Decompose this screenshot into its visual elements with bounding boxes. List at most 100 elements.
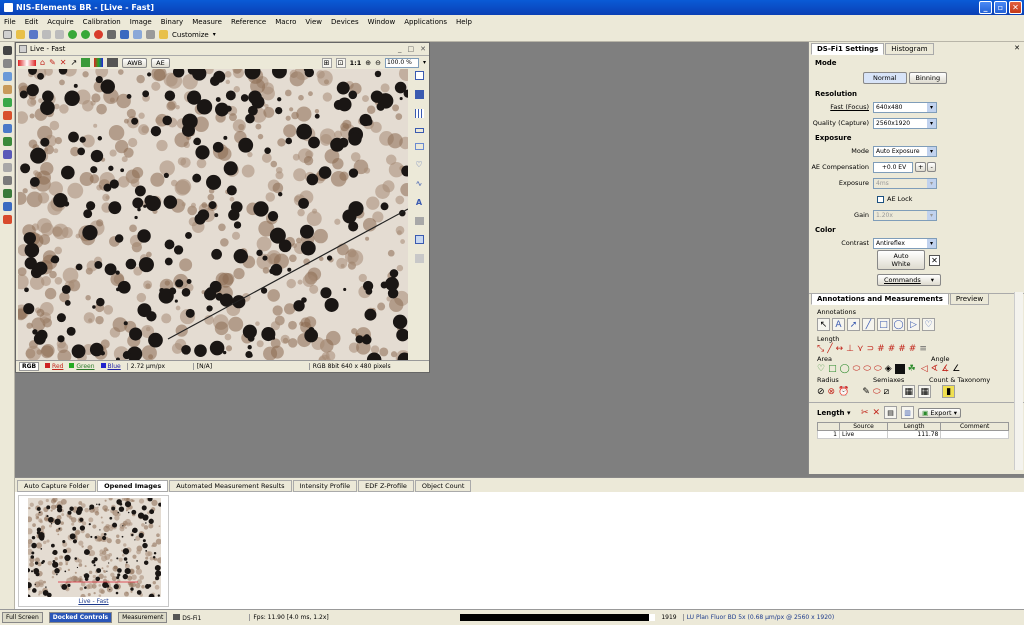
green-channel[interactable]: Green: [69, 363, 95, 370]
mode-normal-button[interactable]: Normal: [863, 72, 907, 84]
auto-white-button[interactable]: Auto White: [877, 250, 925, 270]
length-tool-6-icon[interactable]: ⊃: [867, 344, 875, 354]
delete-all-icon[interactable]: ✕: [873, 408, 881, 418]
length-tool-9-icon[interactable]: #: [898, 344, 906, 354]
channels-icon[interactable]: [94, 58, 104, 67]
tab-preview[interactable]: Preview: [949, 293, 990, 305]
menu-macro[interactable]: Macro: [275, 18, 296, 26]
menu-applications[interactable]: Applications: [404, 18, 447, 26]
text-annotation-icon[interactable]: A: [832, 318, 845, 331]
area-tool-5-icon[interactable]: ⬭: [863, 364, 871, 374]
thumbnail-card[interactable]: Live - Fast: [18, 495, 169, 607]
angle-tool-4-icon[interactable]: ∠: [952, 364, 960, 374]
ae-lock-checkbox[interactable]: [877, 195, 884, 203]
length-tool-7-icon[interactable]: #: [877, 344, 885, 354]
fill-view-icon[interactable]: [414, 90, 424, 99]
window-minimize-icon[interactable]: _: [398, 45, 402, 53]
ae-button[interactable]: AE: [151, 57, 170, 68]
radius-tool-3-icon[interactable]: ⏰: [838, 387, 849, 397]
color-bar-icon[interactable]: [18, 59, 36, 66]
heart-icon[interactable]: ♡: [415, 160, 422, 169]
grid-icon[interactable]: [2, 124, 12, 133]
red-channel[interactable]: Red: [45, 363, 63, 370]
vertical-scrollbar[interactable]: [1014, 292, 1023, 470]
tab-intensity-profile[interactable]: Intensity Profile: [292, 480, 358, 492]
count-tool-1-icon[interactable]: ▦: [902, 385, 916, 398]
menu-edit[interactable]: Edit: [25, 18, 39, 26]
window-close-icon[interactable]: ✕: [420, 45, 426, 53]
frame-icon[interactable]: [414, 143, 424, 150]
capture-icon[interactable]: [81, 30, 90, 39]
layout-icon[interactable]: [133, 30, 142, 39]
zoom-out-icon[interactable]: ⊖: [375, 59, 381, 67]
tab-measurement[interactable]: Measurement: [118, 612, 168, 623]
zoom-in-icon[interactable]: ⊕: [365, 59, 371, 67]
length-tool-2-icon[interactable]: ╱: [827, 344, 832, 354]
delete-icon[interactable]: ✕: [60, 58, 67, 67]
record-icon[interactable]: [94, 30, 103, 39]
image-icon[interactable]: [414, 217, 424, 225]
menu-file[interactable]: File: [4, 18, 16, 26]
gauge-icon[interactable]: [2, 137, 12, 146]
radius-tool-2-icon[interactable]: ⊗: [828, 387, 836, 397]
chevron-down-icon[interactable]: ▾: [927, 238, 936, 248]
one-to-one-button[interactable]: 1:1: [350, 59, 362, 67]
freehand-annotation-icon[interactable]: ♡: [922, 318, 935, 331]
snapshot-icon[interactable]: [120, 30, 129, 39]
polygon-annotation-icon[interactable]: ▷: [907, 318, 920, 331]
menu-reference[interactable]: Reference: [231, 18, 266, 26]
length-tool-10-icon[interactable]: #: [909, 344, 917, 354]
live-window[interactable]: Live - Fast _ □ ✕ ⌂ ✎ ✕ ↗ AWB AE ⊞ ⊡ 1:1…: [15, 42, 430, 373]
arrow-annotation-icon[interactable]: ➚: [847, 318, 860, 331]
cancel-white-icon[interactable]: ✕: [929, 254, 940, 266]
live-image[interactable]: [18, 69, 408, 362]
wave-icon[interactable]: ∿: [416, 179, 423, 188]
rgb-tab[interactable]: RGB: [19, 362, 40, 371]
play-icon[interactable]: [68, 30, 77, 39]
chevron-down-icon[interactable]: ▾: [213, 31, 216, 38]
layers-icon[interactable]: [2, 150, 12, 159]
fast-focus-select[interactable]: 640x480 ▾: [873, 101, 937, 113]
flag-icon[interactable]: [2, 215, 12, 224]
camera-icon[interactable]: [107, 30, 116, 39]
row-comment[interactable]: [940, 430, 1009, 439]
window-maximize-icon[interactable]: □: [408, 45, 415, 53]
user-icon[interactable]: [146, 30, 155, 39]
line-annotation-icon[interactable]: ╱: [862, 318, 875, 331]
blue-channel[interactable]: Blue: [100, 363, 121, 370]
select-tool-icon[interactable]: ↖: [817, 318, 830, 331]
length-tool-5-icon[interactable]: ⋎: [857, 344, 864, 354]
pointer-icon[interactable]: [2, 46, 12, 55]
arrow-icon[interactable]: ↗: [70, 58, 77, 67]
chevron-down-icon[interactable]: ▾: [927, 102, 936, 112]
overlay-icon[interactable]: [414, 235, 424, 244]
menu-help[interactable]: Help: [456, 18, 472, 26]
menu-devices[interactable]: Devices: [331, 18, 359, 26]
chevron-down-icon[interactable]: ▾: [927, 118, 936, 128]
zoom-select[interactable]: 100.0 %: [384, 57, 419, 68]
ellipse-annotation-icon[interactable]: ◯: [892, 318, 905, 331]
redo-icon[interactable]: [55, 30, 64, 39]
angle-tool-2-icon[interactable]: ∢: [931, 364, 939, 374]
area-tool-6-icon[interactable]: ⬭: [874, 364, 882, 374]
undo-icon[interactable]: [42, 30, 51, 39]
semiaxes-tool-2-icon[interactable]: ⬭: [873, 387, 881, 397]
area-tool-8-icon[interactable]: [894, 364, 905, 374]
menu-measure[interactable]: Measure: [192, 18, 222, 26]
menu-binary[interactable]: Binary: [161, 18, 184, 26]
brush-icon[interactable]: [2, 85, 12, 94]
length-tool-8-icon[interactable]: #: [888, 344, 896, 354]
open-folder-icon[interactable]: [16, 30, 25, 39]
tab-automated-measurement-results[interactable]: Automated Measurement Results: [169, 480, 292, 492]
export-button[interactable]: ▣ Export ▾: [918, 407, 961, 418]
tab-docked-controls[interactable]: Docked Controls: [48, 612, 113, 623]
ae-minus-button[interactable]: -: [927, 162, 936, 172]
length-tool-3-icon[interactable]: ↔: [836, 344, 844, 354]
crop-tool-icon[interactable]: ⌂: [40, 58, 45, 67]
chevron-down-icon[interactable]: ▾: [423, 59, 426, 66]
quality-capture-select[interactable]: 2560x1920 ▾: [873, 117, 937, 129]
crop-icon[interactable]: [2, 176, 12, 185]
rect-view-icon[interactable]: [414, 71, 424, 80]
pencil-icon[interactable]: ✎: [49, 58, 56, 67]
text-a-icon[interactable]: A: [416, 198, 422, 207]
